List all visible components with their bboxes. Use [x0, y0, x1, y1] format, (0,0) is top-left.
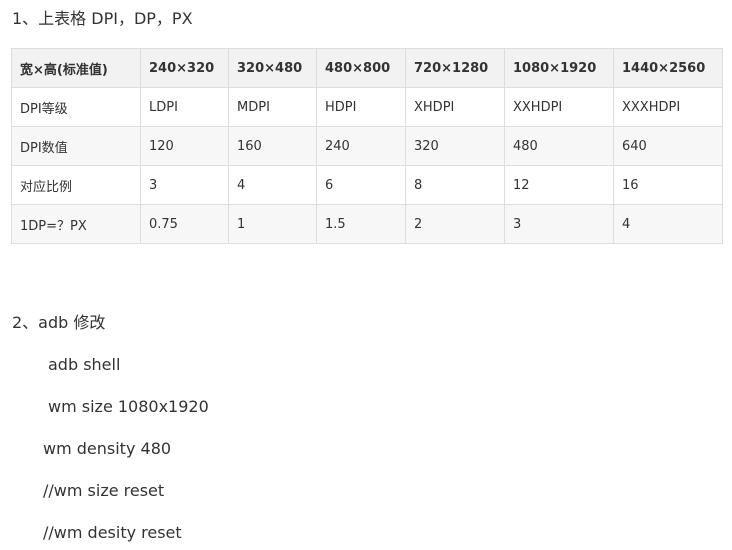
- table-cell: XXHDPI: [504, 87, 614, 127]
- command-line: //wm size reset: [43, 481, 165, 500]
- table-cell: HDPI: [316, 87, 406, 127]
- table-cell: 160: [228, 126, 317, 166]
- section-2-heading: 2、adb 修改: [12, 313, 106, 332]
- command-line: //wm desity reset: [43, 523, 182, 542]
- command-line: wm density 480: [43, 439, 172, 458]
- table-cell: LDPI: [140, 87, 229, 127]
- table-cell: 1DP=？PX: [11, 204, 141, 244]
- table-cell: MDPI: [228, 87, 317, 127]
- table-cell: DPI等级: [11, 87, 141, 127]
- table-cell: 640: [613, 126, 723, 166]
- column-header: 240×320: [140, 48, 229, 88]
- table-cell: 1.5: [316, 204, 406, 244]
- column-header: 1080×1920: [504, 48, 614, 88]
- column-header: 320×480: [228, 48, 317, 88]
- table-row: 对应比例 3 4 6 8 12 16: [11, 165, 723, 205]
- column-header: 720×1280: [405, 48, 505, 88]
- table-cell: 3: [140, 165, 229, 205]
- table-row: 1DP=？PX 0.75 1 1.5 2 3 4: [11, 204, 723, 244]
- table-cell: 12: [504, 165, 614, 205]
- column-header: 宽×高(标准值): [11, 48, 141, 88]
- column-header: 480×800: [316, 48, 406, 88]
- dpi-table: 宽×高(标准值) 240×320 320×480 480×800 720×128…: [11, 48, 723, 244]
- table-row: DPI数值 120 160 240 320 480 640: [11, 126, 723, 166]
- table-cell: 0.75: [140, 204, 229, 244]
- table-cell: 4: [613, 204, 723, 244]
- table-cell: XXXHDPI: [613, 87, 723, 127]
- table-cell: 16: [613, 165, 723, 205]
- table-header-row: 宽×高(标准值) 240×320 320×480 480×800 720×128…: [11, 48, 723, 88]
- table-cell: 2: [405, 204, 505, 244]
- table-cell: 320: [405, 126, 505, 166]
- table-cell: 480: [504, 126, 614, 166]
- table-cell: 3: [504, 204, 614, 244]
- command-line: wm size 1080x1920: [48, 397, 209, 416]
- table-cell: 1: [228, 204, 317, 244]
- table-row: DPI等级 LDPI MDPI HDPI XHDPI XXHDPI XXXHDP…: [11, 87, 723, 127]
- table-cell: 4: [228, 165, 317, 205]
- table-cell: DPI数值: [11, 126, 141, 166]
- section-1-heading: 1、上表格 DPI，DP，PX: [12, 9, 193, 28]
- table-cell: XHDPI: [405, 87, 505, 127]
- column-header: 1440×2560: [613, 48, 723, 88]
- table-cell: 8: [405, 165, 505, 205]
- table-cell: 对应比例: [11, 165, 141, 205]
- command-line: adb shell: [48, 355, 121, 374]
- table-cell: 6: [316, 165, 406, 205]
- table-cell: 240: [316, 126, 406, 166]
- table-cell: 120: [140, 126, 229, 166]
